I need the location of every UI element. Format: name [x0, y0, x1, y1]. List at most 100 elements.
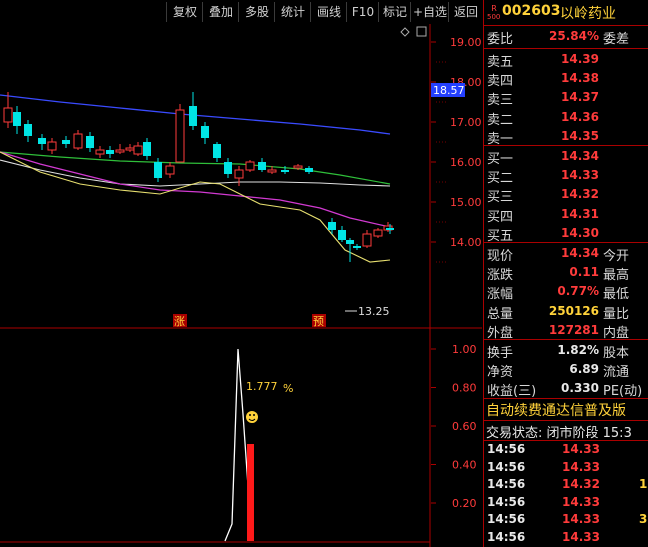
candle-body[interactable] — [346, 240, 354, 244]
tick-row[interactable]: 14:56 14.33 — [484, 460, 648, 478]
indicator-axis: 1.00 0.80 0.60 0.40 0.20 — [431, 343, 477, 510]
buy-level-row: 买四 14.31 — [484, 205, 648, 225]
candle-body[interactable] — [86, 136, 94, 148]
f10-button[interactable]: F10 — [346, 2, 379, 22]
quote-row-value: 0.11 — [569, 265, 599, 280]
quote-row-label2: 最高 — [603, 268, 630, 284]
order-ratio-label: 委比 — [487, 32, 514, 47]
window-icon[interactable] — [416, 26, 427, 37]
candle-body[interactable] — [224, 162, 232, 174]
candle-body[interactable] — [143, 142, 151, 156]
candle-body[interactable] — [213, 144, 221, 158]
candle-body[interactable] — [362, 233, 372, 247]
buy-level-row: 买一 14.34 — [484, 147, 648, 167]
buy-level-row-value: 14.34 — [561, 149, 599, 163]
candle-body[interactable] — [73, 133, 83, 149]
mark-button[interactable]: 标记 — [378, 2, 411, 22]
candle-body[interactable] — [154, 162, 162, 178]
quote-row-label2: 内盘 — [603, 325, 630, 341]
candle-body[interactable] — [201, 126, 209, 138]
candle-body[interactable] — [338, 230, 346, 240]
candle-body[interactable] — [175, 109, 185, 163]
candle-body[interactable] — [293, 165, 303, 169]
chart-toolbar: 复权 叠加 多股 统计 画线 F10 标记 +自选 返回 — [0, 0, 482, 24]
quote-row-label: 涨跌 — [487, 268, 514, 284]
candle-body[interactable] — [47, 141, 57, 151]
low-price-label: 13.25 — [358, 305, 390, 318]
tick-row[interactable]: 14:56 14.33 — [484, 530, 648, 547]
divider — [484, 339, 648, 340]
tick-volume: 1 — [639, 477, 648, 491]
candle-body[interactable] — [115, 149, 125, 153]
quote-row: 现价 14.34 今开 — [484, 244, 648, 264]
fuquan-button[interactable]: 复权 — [166, 2, 203, 22]
candle-body[interactable] — [106, 150, 114, 154]
back-button[interactable]: 返回 — [448, 2, 483, 22]
tick-row[interactable]: 14:56 14.33 — [484, 495, 648, 513]
candle-body[interactable] — [62, 140, 70, 144]
candle-body[interactable] — [189, 106, 197, 126]
buy-level-row-value: 14.31 — [561, 206, 599, 221]
trade-status: 交易状态: 闭市阶段 15:3 — [486, 426, 632, 441]
candle-body[interactable] — [353, 246, 361, 248]
buy-level-row-value: 14.30 — [561, 225, 599, 240]
tick-price: 14.33 — [562, 442, 600, 456]
candle-body[interactable] — [234, 169, 244, 179]
tick-row[interactable]: 14:56 14.33 3 — [484, 512, 648, 530]
fundamental-row-label2: PE(动) — [603, 384, 643, 400]
badge-top: R — [491, 4, 497, 13]
indicator-tick-label: 0.60 — [452, 420, 477, 433]
candle-body[interactable] — [386, 228, 394, 230]
indicator-unit-label: % — [283, 382, 293, 395]
ma-line-green — [0, 151, 391, 185]
sell-level-row-value: 14.35 — [561, 128, 599, 143]
buy-level-row-label: 买五 — [487, 228, 514, 244]
market-badge: R 500 — [487, 4, 501, 24]
candle-body[interactable] — [165, 165, 175, 175]
multi-stock-button[interactable]: 多股 — [238, 2, 275, 22]
candle-body[interactable] — [328, 222, 336, 230]
buy-level-row-value: 14.33 — [561, 168, 599, 183]
diamond-icon[interactable] — [400, 27, 410, 37]
tick-time: 14:56 — [487, 529, 526, 544]
tick-row[interactable]: 14:56 14.32 1 — [484, 477, 648, 495]
quote-row-value: 250126 — [548, 303, 599, 318]
candle-body[interactable] — [305, 168, 313, 172]
divider — [484, 48, 648, 49]
candle-body[interactable] — [3, 107, 13, 123]
statistics-button[interactable]: 统计 — [274, 2, 311, 22]
draw-line-button[interactable]: 画线 — [310, 2, 347, 22]
tick-row[interactable]: 14:56 14.33 — [484, 442, 648, 460]
kline-chart[interactable]: 19.0018.0017.0016.0015.0014.00 18.57 13.… — [0, 24, 482, 547]
renewal-marquee[interactable]: 自动续费通达信普及版 — [486, 400, 626, 420]
fundamental-row: 收益(三) 0.330 PE(动) — [484, 379, 648, 399]
candle-body[interactable] — [267, 169, 277, 173]
ma-line-white — [0, 159, 391, 187]
fundamental-row-label2: 流通 — [603, 365, 630, 381]
candle-body[interactable] — [95, 149, 105, 155]
add-favorite-button[interactable]: +自选 — [410, 2, 449, 22]
badge-bottom: 500 — [487, 13, 501, 21]
candle-body[interactable] — [38, 138, 46, 144]
candle-body[interactable] — [245, 161, 255, 171]
candle-body[interactable] — [125, 147, 135, 151]
fundamental-row-label2: 股本 — [603, 346, 630, 361]
candle-body[interactable] — [373, 229, 383, 237]
quote-row-label: 外盘 — [487, 325, 514, 341]
overlay-button[interactable]: 叠加 — [202, 2, 239, 22]
candle-body[interactable] — [281, 170, 289, 172]
quote-row-label2: 今开 — [603, 249, 630, 264]
buy-level-row-label: 买三 — [487, 190, 514, 206]
candle-body[interactable] — [13, 112, 21, 126]
quote-row-label2: 量比 — [603, 306, 630, 322]
marker-yu[interactable]: 预 — [313, 315, 324, 328]
tick-price: 14.33 — [562, 512, 600, 526]
ma-value-label: 18.57 — [433, 84, 465, 97]
candle-body[interactable] — [24, 124, 32, 136]
divider — [484, 440, 648, 441]
candle-body[interactable] — [133, 145, 143, 155]
divider — [484, 398, 648, 399]
marker-zhang[interactable]: 涨 — [174, 315, 185, 328]
candle-body[interactable] — [258, 162, 266, 170]
divider — [484, 420, 648, 421]
